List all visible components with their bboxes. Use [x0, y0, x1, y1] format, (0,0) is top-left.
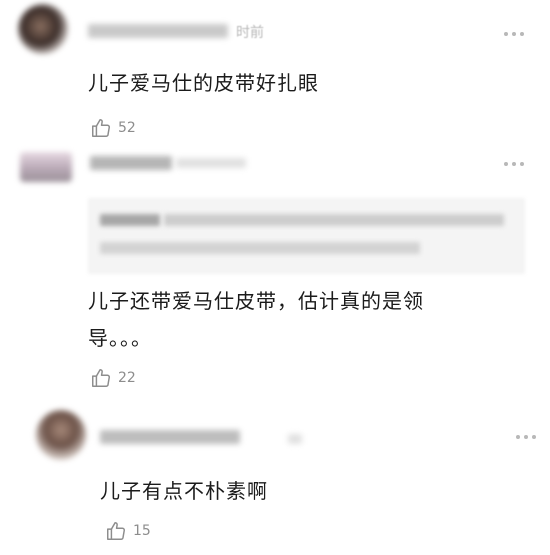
like-button[interactable]: 22 — [90, 367, 136, 389]
more-options-button[interactable] — [504, 32, 524, 36]
comment-text: 儿子有点不朴素啊 — [100, 479, 268, 503]
avatar[interactable] — [18, 4, 68, 54]
avatar[interactable] — [36, 410, 86, 460]
more-dots-icon — [504, 162, 508, 166]
username-blurred-tail — [176, 158, 246, 168]
quoted-text-blurred — [100, 214, 160, 226]
more-dots-icon — [504, 32, 508, 36]
more-options-button[interactable] — [516, 435, 536, 439]
like-count: 22 — [118, 370, 136, 386]
username-blurred[interactable] — [88, 24, 228, 38]
username-blurred-tail — [288, 434, 302, 444]
quoted-reply[interactable] — [88, 198, 525, 274]
comment-time: 时前 — [236, 25, 264, 41]
thumbs-up-icon — [107, 522, 125, 540]
quoted-text-blurred — [164, 214, 504, 226]
username-blurred[interactable] — [100, 430, 240, 444]
username-blurred[interactable] — [90, 156, 172, 170]
like-count: 52 — [118, 120, 136, 136]
thumbs-up-icon — [92, 369, 110, 387]
more-dots-icon — [516, 435, 520, 439]
quoted-text-blurred — [100, 242, 420, 254]
like-count: 15 — [133, 523, 151, 539]
comment-text-line: 儿子还带爱马仕皮带，估计真的是领 — [88, 289, 424, 313]
comment-text-line: 导。。。 — [88, 326, 152, 350]
thumbs-up-icon — [92, 119, 110, 137]
comment-text: 儿子爱马仕的皮带好扎眼 — [88, 71, 319, 95]
more-options-button[interactable] — [504, 162, 524, 166]
like-button[interactable]: 52 — [90, 117, 136, 139]
like-button[interactable]: 15 — [105, 520, 151, 542]
avatar[interactable] — [20, 152, 72, 182]
